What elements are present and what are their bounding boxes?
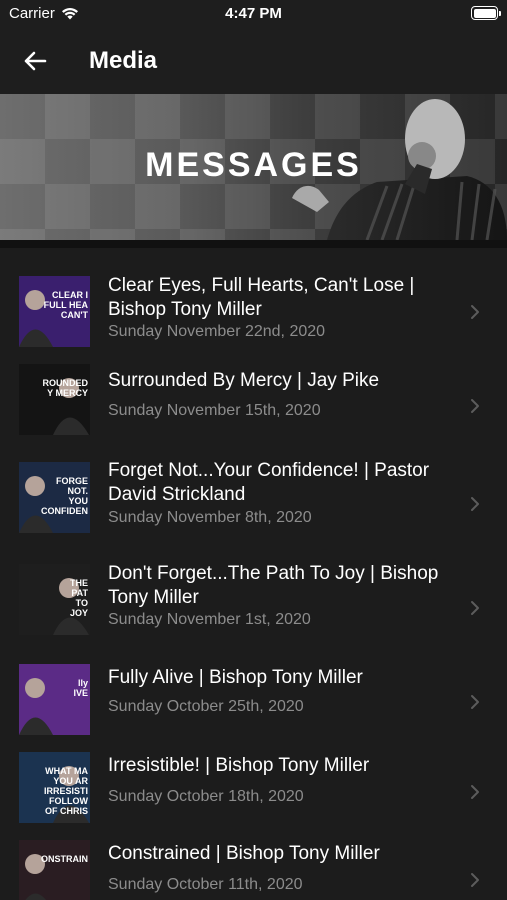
chevron-right-icon — [471, 399, 479, 413]
list-item[interactable]: WHAT MA YOU AR IRRESISTI FOLLOW OF CHRIS… — [0, 728, 507, 823]
chevron-right-icon — [471, 873, 479, 887]
thumbnail-caption: WHAT MA YOU AR IRRESISTI FOLLOW OF CHRIS — [43, 766, 88, 816]
sermon-date: Sunday November 1st, 2020 — [108, 611, 311, 628]
sermon-thumbnail: CLEAR I FULL HEA CAN'T — [19, 276, 90, 347]
thumbnail-caption: CLEAR I FULL HEA CAN'T — [43, 290, 88, 320]
sermon-date: Sunday November 15th, 2020 — [108, 402, 321, 419]
nav-bar: Media — [0, 28, 507, 94]
sermon-thumbnail: THE PAT TO JOY — [19, 564, 90, 635]
page-title: Media — [89, 47, 158, 74]
banner-title: MESSAGES — [145, 146, 362, 184]
thumbnail-caption: THE PAT TO JOY — [69, 578, 88, 618]
sermon-thumbnail: ROUNDED Y MERCY — [19, 364, 90, 435]
status-time: 4:47 PM — [225, 5, 282, 22]
messages-banner: MESSAGES — [0, 94, 507, 240]
thumbnail-caption: ROUNDED Y MERCY — [42, 378, 88, 398]
sermon-date: Sunday October 25th, 2020 — [108, 698, 304, 715]
sermon-date: Sunday October 18th, 2020 — [108, 788, 304, 805]
status-bar: Carrier 4:47 PM — [0, 0, 507, 28]
back-button[interactable] — [0, 28, 70, 94]
list-item[interactable]: FORGE NOT. YOU CONFIDEN Forget Not...Your… — [0, 440, 507, 544]
thumbnail-caption: lly IVE — [73, 678, 88, 698]
battery-icon — [471, 6, 501, 20]
sermon-date: Sunday November 22nd, 2020 — [108, 323, 326, 340]
sermon-title: Constrained | Bishop Tony Miller — [108, 843, 380, 864]
sermon-thumbnail: ONSTRAIN — [19, 840, 90, 900]
chevron-right-icon — [471, 601, 479, 615]
thumbnail-caption: ONSTRAIN — [41, 854, 88, 864]
thumbnail-caption: FORGE NOT. YOU CONFIDEN — [41, 476, 88, 516]
list-item[interactable]: CLEAR I FULL HEA CAN'T Clear Eyes, Full H… — [0, 248, 507, 347]
sermon-title: Don't Forget...The Path To Joy | Bishop … — [108, 563, 439, 608]
chevron-right-icon — [471, 497, 479, 511]
list-item[interactable]: ONSTRAIN Constrained | Bishop Tony Miller… — [0, 816, 507, 900]
arrow-left-icon — [24, 51, 47, 71]
sermon-title: Surrounded By Mercy | Jay Pike — [108, 370, 380, 391]
sermon-title: Irresistible! | Bishop Tony Miller — [108, 755, 370, 776]
sermon-thumbnail: WHAT MA YOU AR IRRESISTI FOLLOW OF CHRIS — [19, 752, 90, 823]
sermon-date: Sunday November 8th, 2020 — [108, 509, 312, 526]
chevron-right-icon — [471, 695, 479, 709]
sermon-title: Clear Eyes, Full Hearts, Can't Lose | Bi… — [108, 275, 415, 320]
banner-divider — [0, 240, 507, 248]
list-item[interactable]: lly IVE Fully Alive | Bishop Tony Miller S… — [0, 640, 507, 735]
chevron-right-icon — [471, 785, 479, 799]
sermon-title: Forget Not...Your Confidence! | Pastor D… — [108, 460, 430, 505]
list-item[interactable]: ROUNDED Y MERCY Surrounded By Mercy | Jay… — [0, 344, 507, 440]
sermon-thumbnail: FORGE NOT. YOU CONFIDEN — [19, 462, 90, 533]
chevron-right-icon — [471, 305, 479, 319]
list-item[interactable]: THE PAT TO JOY Don't Forget...The Path To… — [0, 544, 507, 640]
sermon-thumbnail: lly IVE — [19, 664, 90, 735]
sermon-date: Sunday October 11th, 2020 — [108, 876, 303, 893]
sermon-title: Fully Alive | Bishop Tony Miller — [108, 667, 363, 688]
